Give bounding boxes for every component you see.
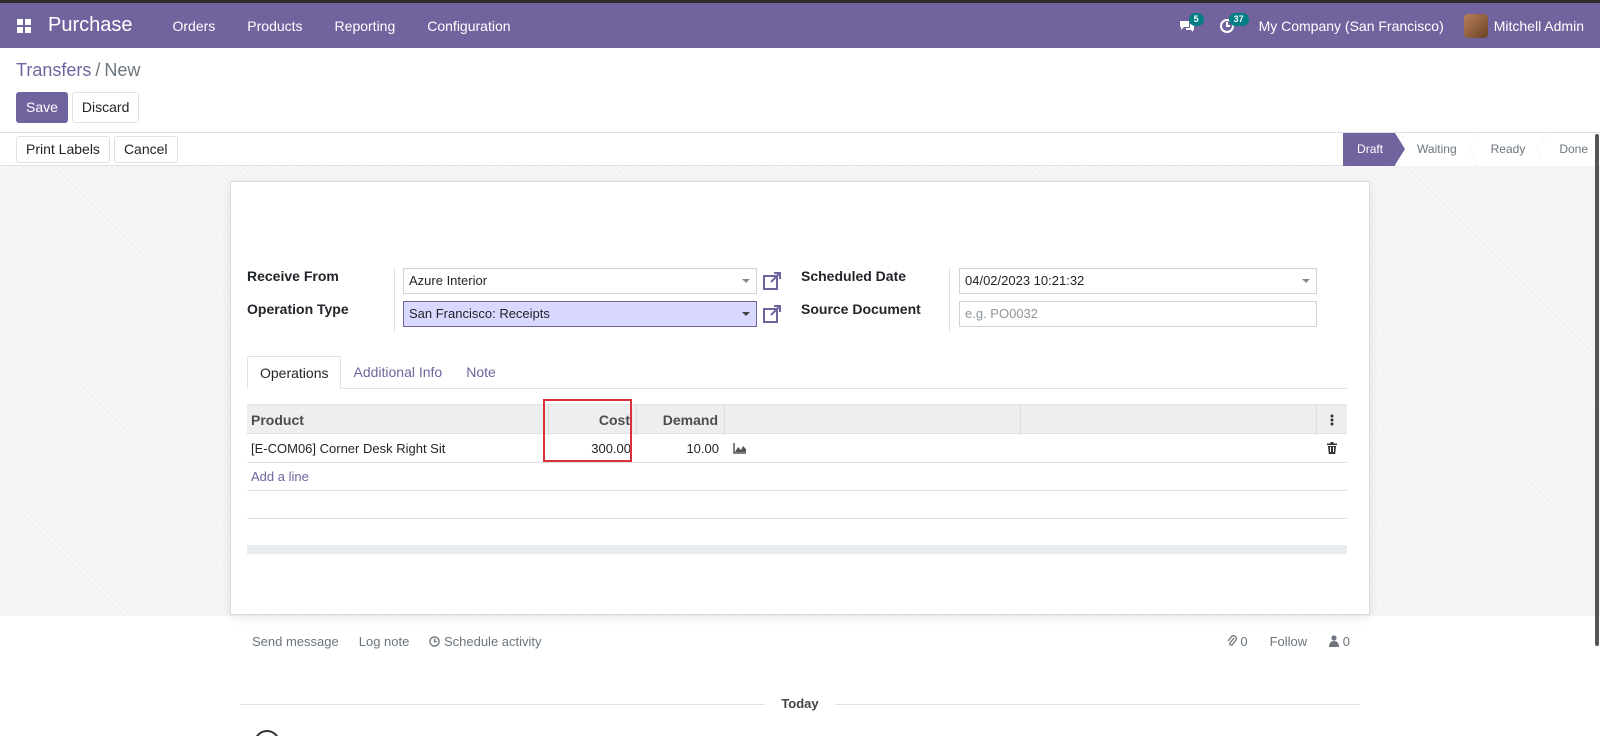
source-document-placeholder: e.g. PO0032 [965, 306, 1038, 321]
breadcrumb: Transfers / New [16, 60, 140, 81]
table-header: Product Cost Demand [247, 404, 1347, 435]
scheduled-date-field[interactable]: 04/02/2023 10:21:32 [959, 268, 1317, 294]
source-document-field[interactable]: e.g. PO0032 [959, 301, 1317, 327]
optional-columns-toggle[interactable] [1317, 405, 1347, 435]
company-switcher[interactable]: My Company (San Francisco) [1247, 18, 1464, 34]
field-divider [949, 268, 950, 332]
messaging-menu[interactable]: 5 [1167, 3, 1207, 48]
breadcrumb-current: New [104, 60, 141, 80]
send-message-button[interactable]: Send message [252, 634, 339, 649]
highlight-box [543, 399, 632, 462]
tab-additional-info[interactable]: Additional Info [341, 356, 454, 389]
attachments-button[interactable]: 0 [1227, 634, 1248, 649]
log-note-button[interactable]: Log note [359, 634, 410, 649]
breadcrumb-transfers[interactable]: Transfers [16, 60, 91, 80]
apps-menu-icon[interactable] [0, 3, 48, 48]
stage-done[interactable]: Done [1537, 133, 1600, 166]
chevron-down-icon[interactable] [742, 312, 750, 316]
save-button[interactable]: Save [16, 92, 68, 123]
followers-button[interactable]: 0 [1329, 634, 1350, 649]
trash-icon[interactable] [1327, 442, 1337, 454]
empty-row [247, 491, 1347, 519]
operations-table: Product Cost Demand [E-COM06] Corner Des… [247, 404, 1347, 554]
tab-operations[interactable]: Operations [247, 356, 342, 389]
cancel-button[interactable]: Cancel [113, 136, 178, 163]
receive-from-label: Receive From [247, 268, 339, 284]
chatter-topbar: Send message Log note Schedule activity … [246, 634, 1356, 654]
column-empty [1021, 405, 1317, 435]
messages-badge: 5 [1188, 13, 1204, 26]
chevron-down-icon[interactable] [742, 279, 750, 283]
menu-configuration[interactable]: Configuration [411, 18, 526, 34]
stage-pipeline: Draft Waiting Ready Done [1343, 133, 1600, 166]
top-navbar: Purchase Orders Products Reporting Confi… [0, 0, 1600, 48]
cell-product[interactable]: [E-COM06] Corner Desk Right Sit [247, 434, 549, 462]
schedule-activity-button[interactable]: Schedule activity [429, 634, 542, 649]
operation-type-field[interactable]: San Francisco: Receipts [403, 301, 757, 327]
table-footer [247, 545, 1347, 554]
notebook-tabs: Operations Additional Info Note [247, 356, 1347, 389]
app-name[interactable]: Purchase [48, 14, 157, 37]
receive-from-field[interactable]: Azure Interior [403, 268, 757, 294]
today-label: Today [781, 696, 819, 711]
user-menu[interactable]: Mitchell Admin [1463, 13, 1600, 38]
column-empty [725, 405, 1021, 435]
operation-type-label: Operation Type [247, 301, 349, 317]
add-line-link[interactable]: Add a line [247, 463, 1347, 491]
external-link-icon[interactable] [762, 304, 782, 324]
date-separator: Today [240, 696, 1360, 712]
menu-products[interactable]: Products [231, 18, 318, 34]
operation-type-value: San Francisco: Receipts [409, 306, 550, 321]
receive-from-value: Azure Interior [409, 273, 488, 288]
print-labels-button[interactable]: Print Labels [16, 136, 110, 163]
user-name: Mitchell Admin [1493, 17, 1584, 34]
stage-ready[interactable]: Ready [1468, 133, 1538, 166]
chevron-down-icon[interactable] [1302, 279, 1310, 283]
user-icon [1329, 635, 1340, 647]
cell-forecast [725, 434, 1317, 462]
schedule-activity-label: Schedule activity [443, 634, 542, 649]
column-demand[interactable]: Demand [637, 405, 725, 435]
scrollbar[interactable] [1595, 134, 1599, 646]
activity-menu[interactable]: 37 [1207, 3, 1249, 48]
column-product[interactable]: Product [247, 405, 549, 435]
follow-button[interactable]: Follow [1270, 634, 1308, 649]
activities-badge: 37 [1228, 13, 1249, 26]
cell-demand[interactable]: 10.00 [637, 434, 725, 462]
breadcrumb-separator: / [95, 60, 101, 80]
kebab-menu-icon [1330, 414, 1334, 426]
stage-draft[interactable]: Draft [1343, 133, 1406, 166]
attachments-count: 0 [1240, 634, 1248, 649]
form-sheet: Receive From Azure Interior Operation Ty… [230, 181, 1370, 615]
paperclip-icon [1227, 635, 1237, 646]
avatar [254, 730, 280, 736]
stage-waiting[interactable]: Waiting [1395, 133, 1469, 166]
scheduled-date-value: 04/02/2023 10:21:32 [965, 273, 1085, 288]
avatar [1463, 13, 1488, 38]
discard-button[interactable]: Discard [71, 92, 140, 123]
source-document-label: Source Document [801, 301, 921, 317]
external-link-icon[interactable] [762, 271, 782, 291]
clock-icon [429, 636, 441, 647]
area-chart-icon[interactable] [733, 442, 747, 454]
field-divider [394, 268, 395, 332]
table-row[interactable]: [E-COM06] Corner Desk Right Sit 300.00 1… [247, 434, 1347, 463]
form-statusbar: Print Labels Cancel Draft Waiting Ready … [0, 132, 1600, 166]
tab-note[interactable]: Note [454, 356, 508, 389]
followers-count: 0 [1342, 634, 1350, 649]
cell-delete [1317, 434, 1347, 462]
menu-orders[interactable]: Orders [157, 18, 232, 34]
menu-reporting[interactable]: Reporting [319, 18, 412, 34]
scheduled-date-label: Scheduled Date [801, 268, 907, 284]
